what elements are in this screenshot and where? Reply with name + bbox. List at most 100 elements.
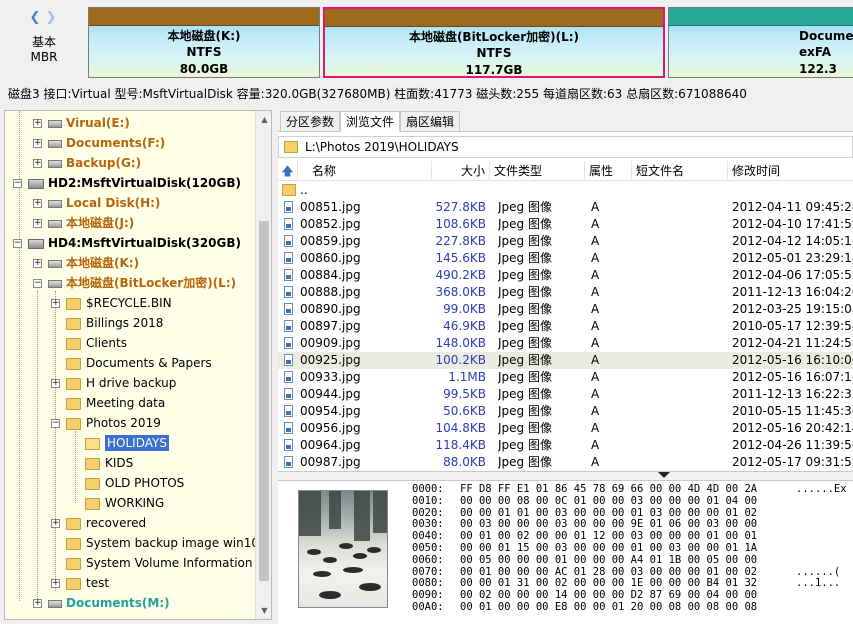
file-row[interactable]: 00956.jpg 104.8KB Jpeg 图像 A 2012-05-16 20:42… (278, 420, 853, 437)
scroll-thumb[interactable] (259, 221, 269, 581)
tree-node-volume[interactable]: + Local Disk(H:) (33, 193, 160, 213)
file-name: 00897.jpg (300, 319, 361, 333)
tree-node-volume[interactable]: + Virual(E:) (33, 113, 130, 133)
collapse-toggle[interactable]: − (33, 279, 42, 288)
hex-bytes[interactable]: 00 05 00 00 00 01 00 00 00 A4 01 1B 00 0… (460, 554, 796, 567)
collapse-toggle[interactable]: − (51, 419, 60, 428)
volume-icon (48, 219, 62, 228)
expand-toggle[interactable]: + (33, 119, 42, 128)
tree-scrollbar[interactable]: ▲ ▼ (255, 111, 271, 619)
path-bar[interactable]: L:\Photos 2019\HOLIDAYS (278, 136, 853, 158)
sort-up-icon[interactable]: 🡅 (278, 161, 298, 181)
file-modified: 2012-05-16 16:07:16 (732, 370, 853, 384)
expand-toggle[interactable]: + (33, 139, 42, 148)
tree-node-disk[interactable]: − HD2:MsftVirtualDisk(120GB) (13, 173, 241, 193)
tree-node-folder[interactable]: Clients (66, 333, 127, 353)
file-row[interactable]: 00888.jpg 368.0KB Jpeg 图像 A 2011-12-13 16:04… (278, 284, 853, 301)
expand-toggle[interactable]: + (33, 199, 42, 208)
file-row[interactable]: 00852.jpg 108.6KB Jpeg 图像 A 2012-04-10 17:41… (278, 216, 853, 233)
column-short-name[interactable]: 短文件名 (632, 161, 728, 181)
tree-node-folder[interactable]: OLD PHOTOS (85, 473, 184, 493)
file-row[interactable]: 00890.jpg 99.0KB Jpeg 图像 A 2012-03-25 19:15:… (278, 301, 853, 318)
expand-toggle[interactable]: + (33, 599, 42, 608)
next-disk-icon[interactable]: ❯ (44, 10, 58, 26)
collapse-toggle[interactable]: − (13, 179, 22, 188)
file-row[interactable]: 00964.jpg 118.4KB Jpeg 图像 A 2012-04-26 11:39… (278, 437, 853, 454)
file-row[interactable]: .. (278, 182, 853, 199)
collapse-toggle[interactable]: − (13, 239, 22, 248)
partition-l-selected[interactable]: 本地磁盘(BitLocker加密)(L:) NTFS 117.7GB (323, 7, 665, 78)
file-row[interactable]: 00954.jpg 50.6KB Jpeg 图像 A 2010-05-15 11:45:… (278, 403, 853, 420)
tree-node-folder[interactable]: + H drive backup (51, 373, 176, 393)
scroll-down-icon[interactable]: ▼ (256, 602, 271, 619)
panel-splitter[interactable] (278, 471, 853, 479)
tree-node-folder[interactable]: + test (51, 573, 109, 593)
file-list[interactable]: .. 00851.jpg 527.8KB Jpeg 图像 A 2012-04-11 09:… (278, 182, 853, 471)
tree-node-folder[interactable]: KIDS (85, 453, 133, 473)
tree-node-folder[interactable]: WORKING (85, 493, 164, 513)
file-type: Jpeg 图像 (498, 285, 552, 299)
tree-node-disk[interactable]: − HD4:MsftVirtualDisk(320GB) (13, 233, 241, 253)
expand-toggle[interactable]: + (51, 579, 60, 588)
jpeg-file-icon (284, 371, 293, 383)
file-row[interactable]: 00933.jpg 1.1MB Jpeg 图像 A 2012-05-16 16:07:1… (278, 369, 853, 386)
collapse-arrow-icon[interactable] (658, 472, 670, 478)
file-row[interactable]: 00884.jpg 490.2KB Jpeg 图像 A 2012-04-06 17:05… (278, 267, 853, 284)
scroll-up-icon[interactable]: ▲ (256, 111, 271, 128)
file-row[interactable]: 00859.jpg 227.8KB Jpeg 图像 A 2012-04-12 14:05… (278, 233, 853, 250)
tree-node-volume[interactable]: + 本地磁盘(K:) (33, 253, 139, 273)
file-row[interactable]: 00860.jpg 145.6KB Jpeg 图像 A 2012-05-01 23:29… (278, 250, 853, 267)
expand-toggle[interactable]: + (33, 159, 42, 168)
expand-toggle[interactable]: + (33, 259, 42, 268)
column-name[interactable]: 名称 (298, 161, 432, 181)
tree-node-volume[interactable]: + 本地磁盘(J:) (33, 213, 134, 233)
previous-disk-icon[interactable]: ❮ (28, 10, 42, 26)
hex-bytes[interactable]: 00 00 01 15 00 03 00 00 00 01 00 03 00 0… (460, 542, 796, 555)
expand-toggle[interactable]: + (51, 299, 60, 308)
file-type: Jpeg 图像 (498, 217, 552, 231)
tree-node-volume[interactable]: − 本地磁盘(BitLocker加密)(L:) (33, 273, 236, 293)
partition-k[interactable]: 本地磁盘(K:) NTFS 80.0GB (88, 7, 320, 78)
jpeg-file-icon (284, 201, 293, 213)
column-size[interactable]: 大小 (432, 161, 490, 181)
tab-browse-files[interactable]: 浏览文件 (340, 111, 400, 132)
file-row[interactable]: 00909.jpg 148.0KB Jpeg 图像 A 2012-04-21 11:24… (278, 335, 853, 352)
file-name: 00933.jpg (300, 370, 361, 384)
file-type: Jpeg 图像 (498, 455, 552, 469)
file-row[interactable]: 00987.jpg 88.0KB Jpeg 图像 A 2012-05-17 09:31:… (278, 454, 853, 471)
tree-node-volume[interactable]: + Backup(G:) (33, 153, 141, 173)
hex-bytes[interactable]: 00 01 00 00 00 E8 00 00 01 20 00 08 00 0… (460, 601, 796, 614)
column-modified[interactable]: 修改时间 (728, 161, 853, 181)
file-row[interactable]: 00897.jpg 46.9KB Jpeg 图像 A 2010-05-17 12:39:… (278, 318, 853, 335)
tree-node-folder[interactable]: + $RECYCLE.BIN (51, 293, 172, 313)
file-row[interactable]: 00925.jpg 100.2KB Jpeg 图像 A 2012-05-16 16:10… (278, 352, 853, 369)
tree-node-volume[interactable]: + Documents(M:) (33, 593, 170, 613)
column-type[interactable]: 文件类型 (490, 161, 585, 181)
tab-partition-params[interactable]: 分区参数 (280, 111, 340, 132)
tab-sector-edit[interactable]: 扇区编辑 (400, 111, 460, 132)
tree-node-folder[interactable]: Billings 2018 (66, 313, 163, 333)
hex-row: 0010: 00 00 00 08 00 0C 01 00 00 03 00 00… (412, 495, 853, 508)
jpeg-file-icon (284, 405, 293, 417)
partition-m[interactable]: Documer exFA 122.3 (668, 7, 853, 78)
directory-tree[interactable]: + Virual(E:) + Documents(F:) + Backup(G:) −… (4, 110, 272, 620)
tree-node-folder[interactable]: System Volume Information (66, 553, 252, 573)
hex-dump[interactable]: 0000: FF D8 FF E1 01 86 45 78 69 66 00 00… (412, 483, 853, 614)
column-attr[interactable]: 属性 (585, 161, 632, 181)
tree-node-folder[interactable]: Documents & Papers (66, 353, 212, 373)
tree-node-folder[interactable]: − Photos 2019 (51, 413, 161, 433)
jpeg-file-icon (284, 354, 293, 366)
expand-toggle[interactable]: + (51, 379, 60, 388)
tree-node-folder-selected[interactable]: HOLIDAYS (85, 433, 169, 453)
tree-node-folder[interactable]: System backup image win10 (66, 533, 259, 553)
hex-bytes[interactable]: 00 00 00 08 00 0C 01 00 00 03 00 00 00 0… (460, 495, 796, 508)
hex-row: 0060: 00 05 00 00 00 01 00 00 00 A4 01 1B… (412, 554, 853, 567)
tree-node-folder[interactable]: Meeting data (66, 393, 165, 413)
file-row[interactable]: 00851.jpg 527.8KB Jpeg 图像 A 2012-04-11 09:45… (278, 199, 853, 216)
tree-node-volume[interactable]: + Documents(F:) (33, 133, 165, 153)
file-modified (732, 182, 853, 199)
tree-node-folder[interactable]: + recovered (51, 513, 146, 533)
expand-toggle[interactable]: + (33, 219, 42, 228)
file-row[interactable]: 00944.jpg 99.5KB Jpeg 图像 A 2011-12-13 16:22:… (278, 386, 853, 403)
expand-toggle[interactable]: + (51, 519, 60, 528)
